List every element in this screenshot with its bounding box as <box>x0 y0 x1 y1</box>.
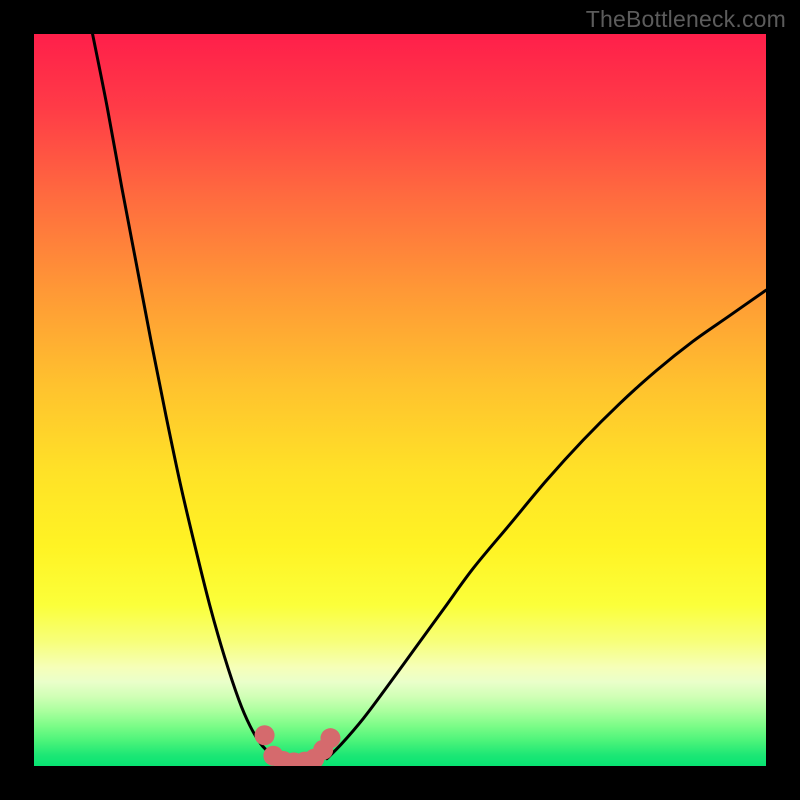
curve-layer <box>34 34 766 766</box>
right-curve <box>327 290 766 758</box>
chart-frame: TheBottleneck.com <box>0 0 800 800</box>
left-curve <box>93 34 280 760</box>
watermark-text: TheBottleneck.com <box>586 6 786 33</box>
plot-area <box>34 34 766 766</box>
